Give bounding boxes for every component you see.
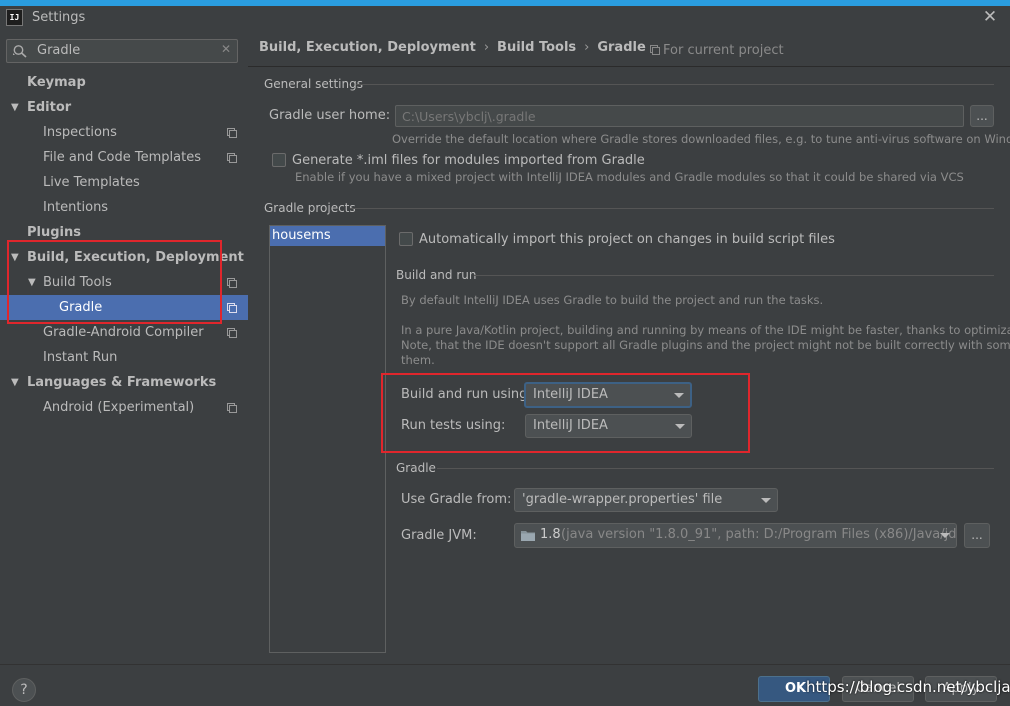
sidebar-item-label: Languages & Frameworks — [27, 375, 217, 390]
sidebar-item-label: Instant Run — [43, 350, 118, 365]
project-list-item[interactable]: housems — [270, 226, 385, 246]
sidebar-item-label: Android (Experimental) — [43, 400, 195, 415]
use-gradle-from-label: Use Gradle from: — [401, 492, 512, 507]
build-run-description: By default IntelliJ IDEA uses Gradle to … — [401, 293, 824, 307]
chevron-down-icon — [940, 533, 950, 538]
header-divider — [248, 66, 1010, 67]
sidebar-item-editor[interactable]: ▼ Editor — [0, 95, 248, 120]
gradle-user-home-value: C:\Users\ybclj\.gradle — [402, 109, 536, 124]
search-icon — [13, 45, 27, 58]
section-divider — [437, 468, 994, 469]
watermark-text: https://blog.csdn.net/ybcljay — [806, 678, 1010, 696]
build-run-highlight-box — [381, 373, 750, 453]
expand-arrow-icon[interactable]: ▼ — [11, 95, 19, 120]
breadcrumb-item: Build, Execution, Deployment — [259, 40, 476, 55]
browse-jvm-button[interactable]: ... — [964, 523, 990, 548]
project-scope-icon — [227, 153, 237, 163]
project-scope-icon — [227, 403, 237, 413]
project-scope-icon — [650, 45, 660, 55]
window-title: Settings — [32, 10, 86, 25]
project-scope-icon — [227, 328, 237, 338]
breadcrumb-item: Build Tools — [497, 40, 577, 55]
sidebar-item-label: Intentions — [43, 200, 109, 215]
help-icon[interactable]: ? — [12, 678, 36, 702]
generate-iml-checkbox[interactable] — [272, 153, 286, 167]
gradle-jvm-detail: (java version "1.8.0_91", path: D:/Progr… — [561, 527, 957, 542]
auto-import-checkbox[interactable] — [399, 232, 413, 246]
sidebar-highlight-box — [7, 240, 222, 324]
sidebar-item-android-experimental[interactable]: Android (Experimental) — [0, 395, 248, 420]
general-settings-heading: General settings — [264, 77, 363, 91]
sidebar-item-live-templates[interactable]: Live Templates — [0, 170, 248, 195]
build-run-note-line: In a pure Java/Kotlin project, building … — [401, 323, 1010, 337]
section-divider — [350, 208, 994, 209]
expand-arrow-icon[interactable]: ▼ — [11, 370, 19, 395]
sidebar-item-label: Inspections — [43, 125, 117, 140]
chevron-down-icon — [761, 498, 771, 503]
gradle-user-home-label: Gradle user home: — [269, 108, 391, 123]
sidebar-item-instant-run[interactable]: Instant Run — [0, 345, 248, 370]
sidebar-item-label: Live Templates — [43, 175, 140, 190]
gradle-projects-heading: Gradle projects — [264, 201, 356, 215]
section-divider — [356, 84, 994, 85]
gradle-user-home-field[interactable]: C:\Users\ybclj\.gradle — [395, 105, 964, 127]
breadcrumb-item: Gradle — [597, 40, 646, 55]
clear-search-icon[interactable]: ✕ — [221, 42, 231, 56]
browse-home-button[interactable]: ... — [970, 105, 994, 127]
project-scope-icon — [227, 128, 237, 138]
project-scope-icon — [227, 278, 237, 288]
sidebar-item-label: Editor — [27, 100, 72, 115]
breadcrumb-separator: › — [584, 40, 590, 55]
gradle-jvm-version: 1.8 — [540, 527, 561, 542]
sidebar-item-intentions[interactable]: Intentions — [0, 195, 248, 220]
search-input-value: Gradle — [37, 43, 81, 58]
dialog-footer: ? OK Cancel Apply https://blog.csdn.net/… — [0, 664, 1010, 706]
build-and-run-heading: Build and run — [396, 268, 477, 282]
build-run-note-line: them. — [401, 353, 435, 367]
generate-iml-label: Generate *.iml files for modules importe… — [292, 153, 645, 168]
gradle-heading: Gradle — [396, 461, 436, 475]
sidebar-item-keymap[interactable]: Keymap — [0, 70, 248, 95]
section-divider — [474, 275, 994, 276]
breadcrumb: Build, Execution, Deployment › Build Tools… — [259, 40, 646, 58]
use-gradle-from-select[interactable]: 'gradle-wrapper.properties' file — [514, 488, 778, 512]
use-gradle-from-value: 'gradle-wrapper.properties' file — [522, 492, 723, 507]
sidebar-item-inspections[interactable]: Inspections — [0, 120, 248, 145]
intellij-app-icon: IJ — [6, 9, 23, 26]
sidebar-item-label: Keymap — [27, 75, 86, 90]
breadcrumb-separator: › — [483, 40, 490, 55]
scope-label-text: For current project — [663, 43, 784, 58]
gradle-user-home-hint: Override the default location where Grad… — [392, 132, 1010, 146]
sidebar-item-file-and-code-templates[interactable]: File and Code Templates — [0, 145, 248, 170]
gradle-jvm-select[interactable]: 1.8 (java version "1.8.0_91", path: D:/P… — [514, 523, 957, 548]
generate-iml-hint: Enable if you have a mixed project with … — [295, 170, 964, 184]
sidebar-item-languages-frameworks[interactable]: ▼ Languages & Frameworks — [0, 370, 248, 395]
sidebar-item-label: File and Code Templates — [43, 150, 201, 165]
close-icon[interactable]: ✕ — [980, 6, 1000, 28]
search-input[interactable]: Gradle ✕ — [6, 39, 238, 63]
build-run-note-line: Note, that the IDE doesn't support all G… — [401, 338, 1010, 352]
scope-label: For current project — [650, 43, 784, 58]
gradle-projects-list[interactable]: housems — [269, 225, 386, 653]
project-scope-icon — [227, 303, 237, 313]
title-bar: IJ Settings ✕ — [0, 6, 1010, 32]
auto-import-label: Automatically import this project on cha… — [419, 232, 835, 247]
folder-icon — [521, 531, 535, 541]
gradle-jvm-label: Gradle JVM: — [401, 528, 477, 543]
